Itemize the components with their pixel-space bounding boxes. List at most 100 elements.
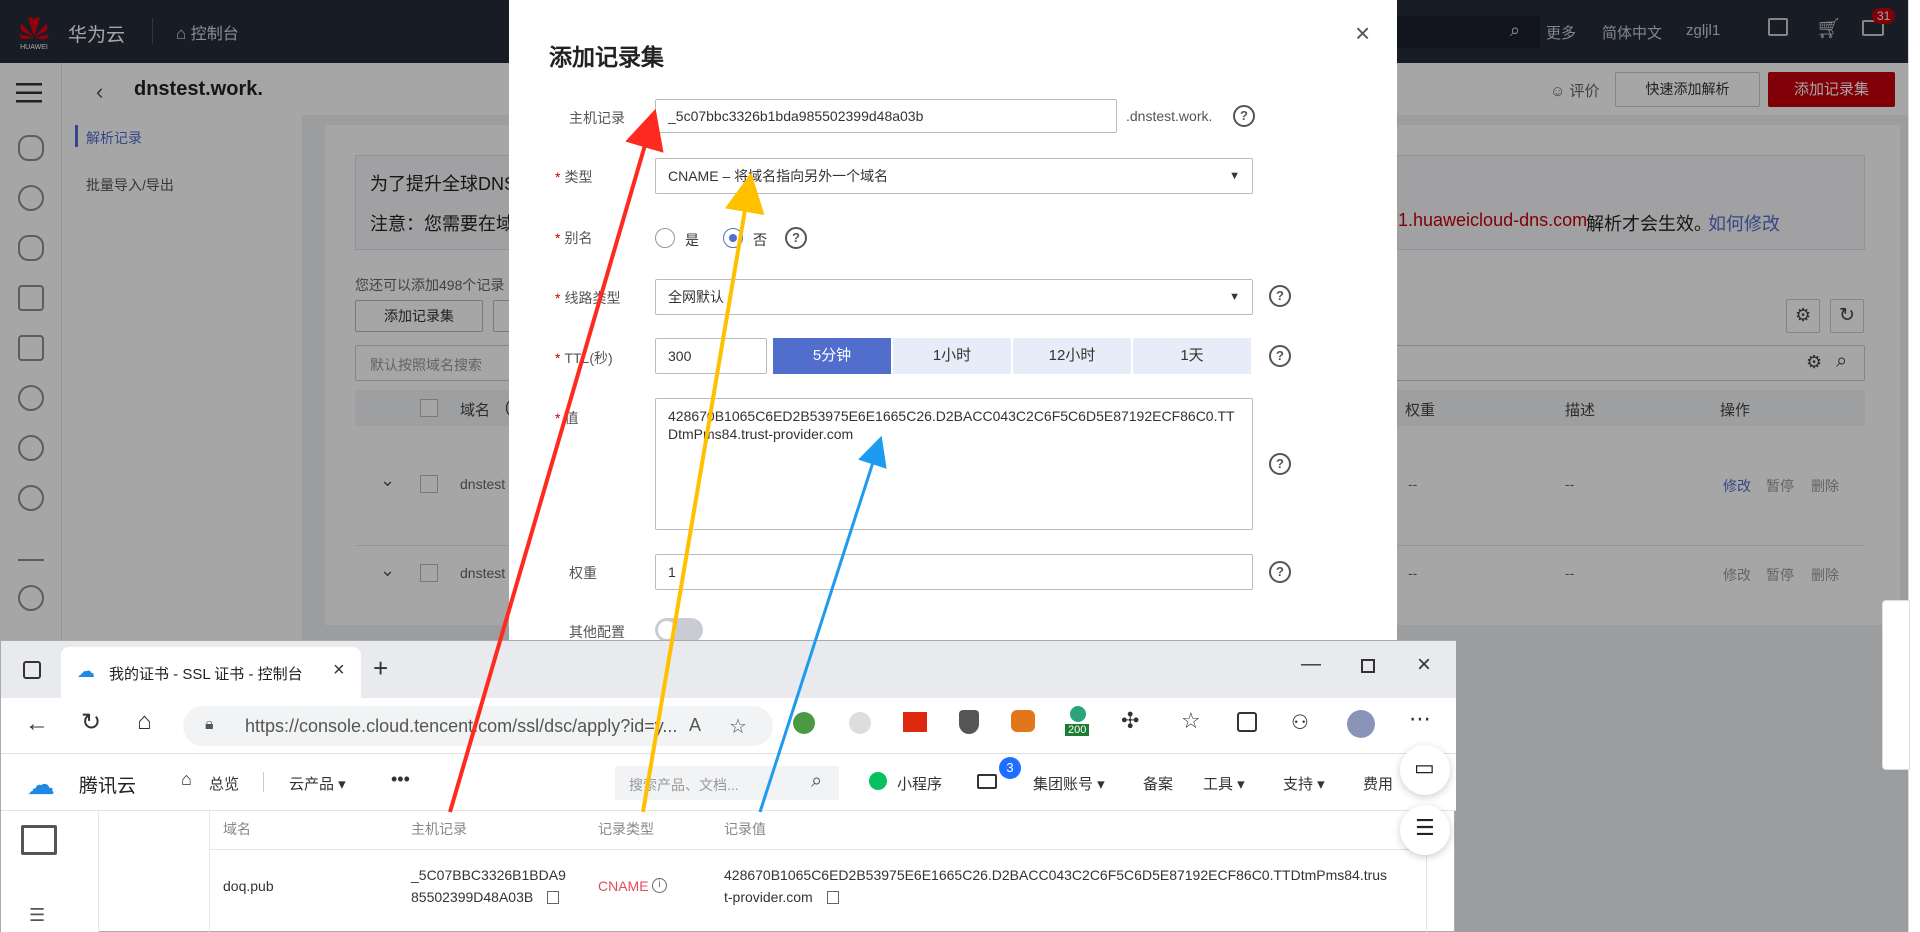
- fees-menu[interactable]: 费用: [1363, 773, 1393, 794]
- list-icon[interactable]: ☰: [29, 905, 45, 926]
- message-badge: 3: [999, 757, 1021, 779]
- url-text: https://console.cloud.tencent.com/ssl/ds…: [245, 716, 678, 736]
- weight-input[interactable]: 1: [655, 554, 1253, 590]
- outline-float-button[interactable]: ☰: [1400, 805, 1450, 855]
- metamask-fox-icon[interactable]: [1011, 710, 1035, 732]
- type-select-value: CNAME – 将域名指向另外一个域名: [668, 168, 889, 184]
- home-icon[interactable]: ⌂: [137, 708, 152, 736]
- beian-link[interactable]: 备案: [1143, 773, 1173, 794]
- col-host: 主机记录: [411, 821, 467, 837]
- tab-bar: ☁ 我的证书 - SSL 证书 - 控制台 × + — ×: [1, 641, 1456, 698]
- tencent-search-input[interactable]: 搜索产品、文档... ⌕: [615, 766, 839, 800]
- more-dots-icon[interactable]: •••: [391, 769, 410, 790]
- favorites-icon[interactable]: ☆: [1181, 708, 1201, 734]
- line-type-select[interactable]: 全网默认 ▼: [655, 279, 1253, 315]
- message-icon[interactable]: [977, 774, 997, 789]
- floating-help-widget[interactable]: [1882, 600, 1910, 770]
- type-select[interactable]: CNAME – 将域名指向另外一个域名 ▼: [655, 158, 1253, 194]
- tab-title: 我的证书 - SSL 证书 - 控制台: [109, 666, 303, 683]
- alias-yes-label: 是: [685, 232, 699, 248]
- favorite-star-icon[interactable]: ☆: [729, 714, 747, 739]
- docs-float-button[interactable]: ▭: [1400, 745, 1450, 795]
- window-close-icon[interactable]: ×: [1417, 651, 1431, 679]
- tab-close-icon[interactable]: ×: [333, 659, 345, 682]
- new-tab-icon[interactable]: +: [373, 653, 388, 684]
- help-icon[interactable]: ?: [1269, 561, 1291, 583]
- url-field[interactable]: 🔒︎ https://console.cloud.tencent.com/ssl…: [183, 706, 773, 746]
- group-account-menu[interactable]: 集团账号 ▾: [1033, 773, 1105, 794]
- tencent-brand[interactable]: 腾讯云: [79, 771, 136, 798]
- alias-label: * 别名: [555, 230, 593, 246]
- reload-icon[interactable]: ↻: [81, 708, 101, 737]
- col-domain: 域名: [223, 821, 251, 837]
- edge-browser-window: ☁ 我的证书 - SSL 证书 - 控制台 × + — × ← ↻ ⌂ 🔒︎ h…: [0, 640, 1456, 932]
- extensions-puzzle-icon[interactable]: ✣: [1121, 708, 1139, 734]
- tencent-search-placeholder: 搜索产品、文档...: [629, 777, 739, 793]
- close-icon[interactable]: ×: [1355, 18, 1370, 49]
- folder-icon[interactable]: [21, 825, 57, 855]
- ttl-input[interactable]: 300: [655, 338, 767, 374]
- help-icon[interactable]: ?: [1269, 345, 1291, 367]
- extension-grey-icon[interactable]: [849, 712, 871, 734]
- outline-icon: ☰: [1415, 815, 1435, 840]
- copy-icon[interactable]: [547, 891, 559, 904]
- other-config-label: 其他配置: [569, 624, 625, 640]
- line-type-value: 全网默认: [668, 289, 724, 305]
- record-host-line1: _5C07BBC3326B1BDA9: [411, 867, 566, 883]
- type-label: * 类型: [555, 169, 593, 185]
- ublock-shield-icon[interactable]: [959, 710, 979, 734]
- record-host-line2: 85502399D48A03B: [411, 889, 534, 905]
- record-domain: doq.pub: [223, 878, 274, 894]
- ttl-option-5min[interactable]: 5分钟: [773, 338, 891, 374]
- record-value-line2: t-provider.com: [724, 889, 813, 905]
- alias-yes-radio[interactable]: [655, 228, 675, 248]
- support-menu[interactable]: 支持 ▾: [1283, 773, 1325, 794]
- record-value-line1: 428670B1065C6ED2B53975E6E1665C26.D2BACC0…: [724, 867, 1388, 883]
- col-type: 记录类型: [598, 821, 654, 837]
- overview-link[interactable]: 总览: [209, 773, 239, 794]
- record-value-textarea[interactable]: 428670B1065C6ED2B53975E6E1665C26.D2BACC0…: [655, 398, 1253, 530]
- back-icon[interactable]: ←: [25, 710, 49, 738]
- tab-ssl-cert[interactable]: ☁ 我的证书 - SSL 证书 - 控制台 ×: [61, 647, 361, 698]
- help-icon[interactable]: ?: [785, 227, 807, 249]
- ttl-option-12h[interactable]: 12小时: [1013, 338, 1131, 374]
- book-icon: ▭: [1414, 755, 1435, 780]
- line-type-label: * 线路类型: [555, 290, 621, 306]
- dialog-title: 添加记录集: [549, 44, 664, 70]
- miniprogram-icon: [869, 772, 887, 790]
- read-aloud-icon[interactable]: A: [689, 715, 701, 736]
- ttl-option-1d[interactable]: 1天: [1133, 338, 1251, 374]
- add-record-set-dialog: 添加记录集 × 主机记录 _5c07bbc3326b1bda985502399d…: [509, 0, 1397, 642]
- alias-no-radio[interactable]: [723, 228, 743, 248]
- search-icon[interactable]: ⌕: [811, 770, 822, 793]
- products-menu[interactable]: 云产品 ▾: [289, 773, 346, 794]
- window-scrollbar[interactable]: [1908, 0, 1920, 932]
- tab-actions-icon[interactable]: [23, 661, 41, 679]
- tencent-cloud-logo-icon[interactable]: ☁: [27, 768, 55, 801]
- tencent-left-sidebar: ☰: [1, 811, 99, 932]
- extension-counter[interactable]: 200: [1065, 706, 1091, 740]
- help-icon[interactable]: ?: [1233, 105, 1255, 127]
- help-icon[interactable]: ?: [1269, 285, 1291, 307]
- collections-icon[interactable]: [1237, 712, 1257, 732]
- copy-icon[interactable]: [827, 891, 839, 904]
- ttl-label: * TTL(秒): [555, 350, 613, 366]
- maximize-icon[interactable]: [1361, 659, 1375, 673]
- ttl-option-1h[interactable]: 1小时: [893, 338, 1011, 374]
- other-config-toggle[interactable]: [655, 618, 703, 642]
- host-record-input[interactable]: _5c07bbc3326b1bda985502399d48a03b: [655, 99, 1117, 133]
- more-options-icon[interactable]: ⋯: [1409, 706, 1431, 732]
- caret-down-icon: ▼: [1229, 170, 1240, 182]
- info-icon[interactable]: i: [652, 878, 667, 893]
- extension-flag-icon[interactable]: [903, 712, 927, 732]
- help-icon[interactable]: ?: [1269, 453, 1291, 475]
- alias-no-label: 否: [753, 232, 767, 248]
- miniprogram-link[interactable]: 小程序: [897, 773, 942, 794]
- profile-sync-icon[interactable]: ⚇: [1291, 710, 1309, 735]
- tencent-cloud-favicon-icon: ☁: [77, 661, 95, 681]
- extension-globe-icon[interactable]: [793, 712, 815, 734]
- minimize-icon[interactable]: —: [1301, 653, 1321, 676]
- avatar[interactable]: [1347, 710, 1375, 738]
- address-bar: ← ↻ ⌂ 🔒︎ https://console.cloud.tencent.c…: [1, 698, 1456, 754]
- tools-menu[interactable]: 工具 ▾: [1203, 773, 1245, 794]
